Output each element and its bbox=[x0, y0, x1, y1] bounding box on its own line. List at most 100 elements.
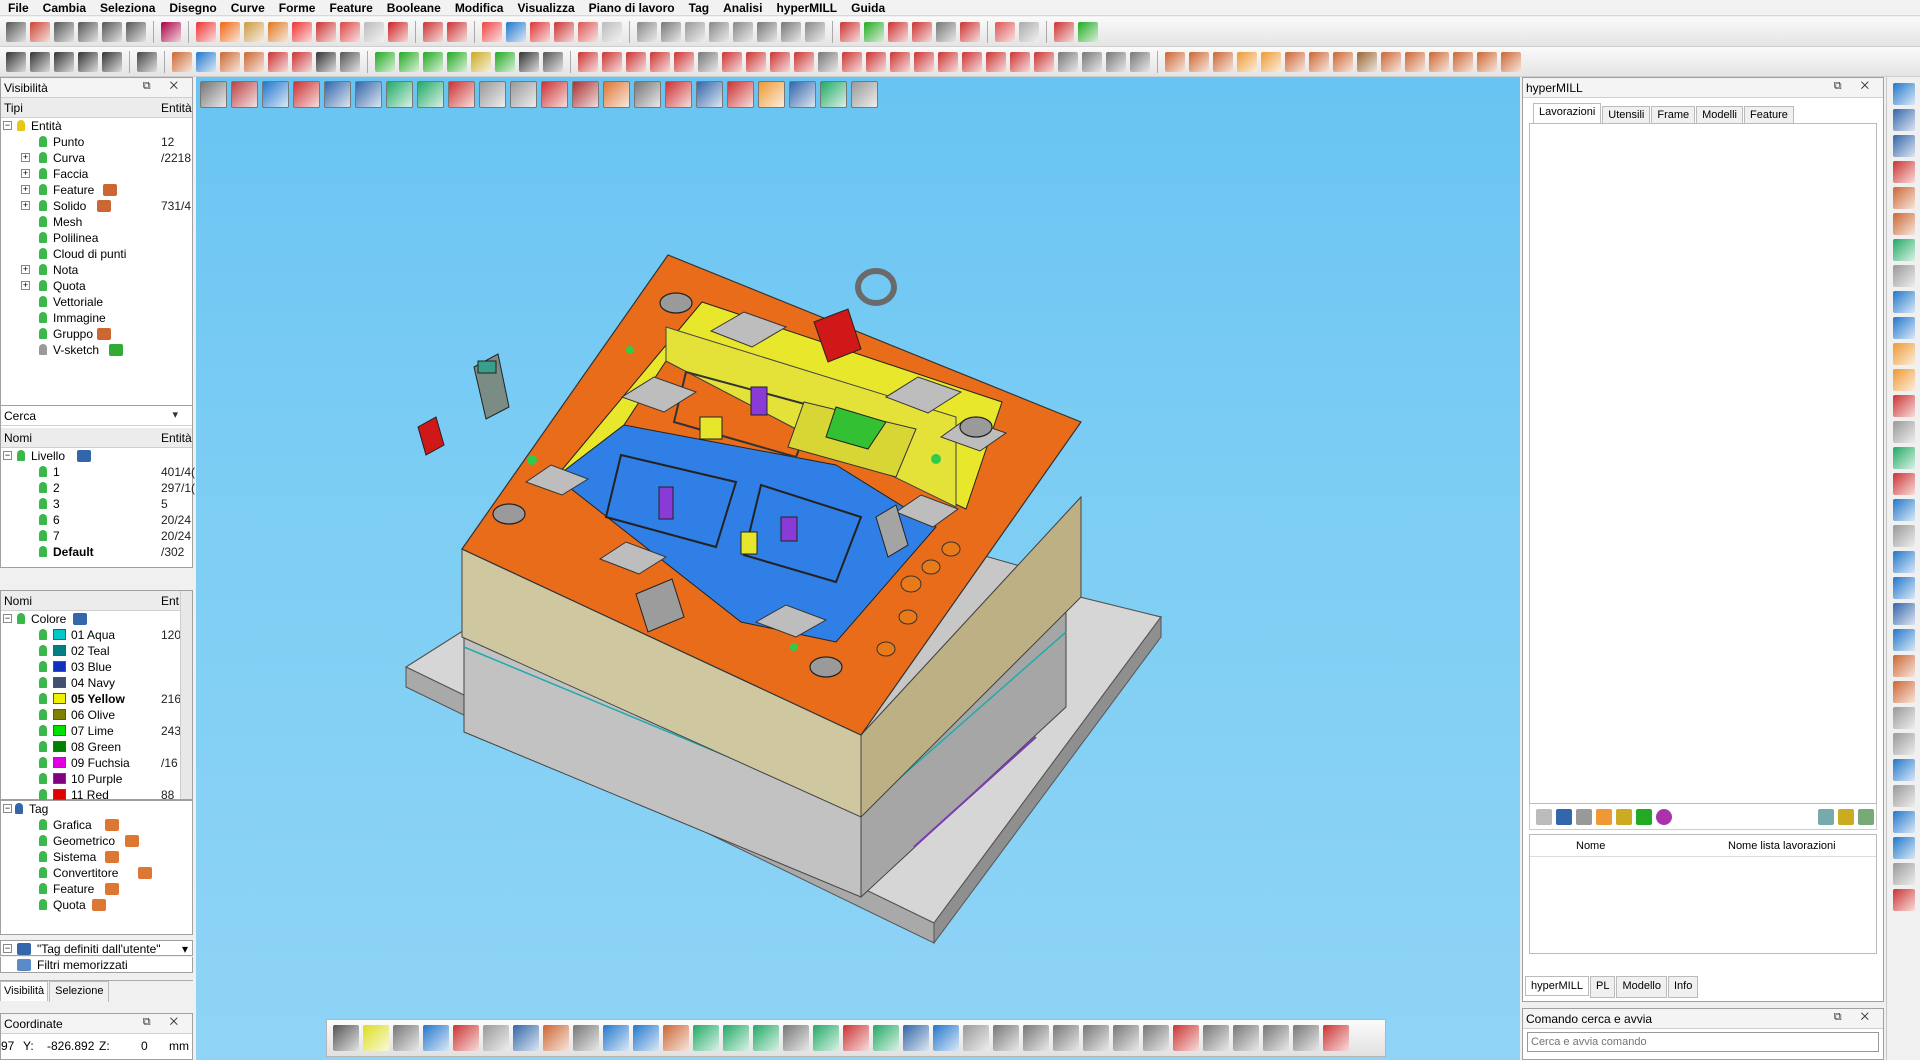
col-count[interactable]: Entità bbox=[161, 101, 192, 115]
view-tool-icon-11[interactable] bbox=[541, 80, 568, 108]
expand-icon[interactable]: − bbox=[3, 451, 12, 460]
col-name[interactable]: Nome bbox=[1576, 840, 1605, 852]
row2-tool-icon-46[interactable] bbox=[1058, 51, 1078, 72]
row2-tool-icon-40[interactable] bbox=[914, 51, 934, 72]
panel-pin-close-icon[interactable]: ⧉ ✕ bbox=[1834, 80, 1877, 93]
visibility-pin-icon[interactable] bbox=[39, 725, 47, 736]
strip-tool-icon-9[interactable] bbox=[1892, 317, 1915, 339]
visibility-pin-icon[interactable] bbox=[39, 546, 47, 557]
color-item-06-olive[interactable]: 06 Olive bbox=[1, 707, 192, 723]
visibility-pin-icon[interactable] bbox=[39, 514, 47, 525]
strip-tool-icon-20[interactable] bbox=[1892, 603, 1915, 625]
row2-tool-icon-53[interactable] bbox=[1213, 51, 1233, 72]
row2-tool-icon-13[interactable] bbox=[292, 51, 312, 72]
row1-tool-icon-5[interactable] bbox=[126, 21, 146, 42]
bottom-tool-icon-18[interactable] bbox=[873, 1025, 899, 1051]
view-tool-icon-1[interactable] bbox=[231, 80, 258, 108]
tree-item-vettoriale[interactable]: Vettoriale bbox=[1, 294, 192, 310]
visibility-pin-icon[interactable] bbox=[39, 344, 47, 355]
user-tags-dropdown[interactable]: − "Tag definiti dall'utente" ▾ bbox=[0, 940, 193, 956]
level-item-3[interactable]: 35 bbox=[1, 496, 192, 512]
row1-tool-icon-45[interactable] bbox=[995, 21, 1015, 42]
tag-item-geometrico[interactable]: Geometrico bbox=[1, 833, 192, 849]
visibility-pin-icon[interactable] bbox=[39, 216, 47, 227]
row1-tool-icon-34[interactable] bbox=[757, 21, 777, 42]
bottom-tab-hypermill[interactable]: hyperMILL bbox=[1525, 976, 1589, 996]
visibility-pin-icon[interactable] bbox=[39, 677, 47, 688]
visibility-pin-icon[interactable] bbox=[39, 530, 47, 541]
row1-tool-icon-36[interactable] bbox=[805, 21, 825, 42]
strip-tool-icon-3[interactable] bbox=[1892, 161, 1915, 183]
bottom-tool-icon-17[interactable] bbox=[843, 1025, 869, 1051]
strip-tool-icon-13[interactable] bbox=[1892, 421, 1915, 443]
strip-tool-icon-30[interactable] bbox=[1892, 863, 1915, 885]
row1-tool-icon-26[interactable] bbox=[578, 21, 598, 42]
tag-item-grafica[interactable]: Grafica bbox=[1, 817, 192, 833]
bottom-tool-icon-10[interactable] bbox=[633, 1025, 659, 1051]
tab-utensili[interactable]: Utensili bbox=[1602, 106, 1651, 123]
view-tool-icon-3[interactable] bbox=[293, 80, 320, 108]
mold-model[interactable] bbox=[196, 77, 1520, 1060]
bottom-tool-icon-15[interactable] bbox=[783, 1025, 809, 1051]
strip-tool-icon-4[interactable] bbox=[1892, 187, 1915, 209]
row1-tool-icon-49[interactable] bbox=[1078, 21, 1098, 42]
tree-item-faccia[interactable]: + Faccia bbox=[1, 166, 192, 182]
strip-tool-icon-0[interactable] bbox=[1892, 83, 1915, 105]
tab-lavorazioni[interactable]: Lavorazioni bbox=[1533, 103, 1602, 123]
visibility-pin-icon[interactable] bbox=[39, 466, 47, 477]
visibility-pin-icon[interactable] bbox=[39, 899, 47, 910]
row1-tool-icon-48[interactable] bbox=[1054, 21, 1074, 42]
visibility-pin-icon[interactable] bbox=[39, 757, 47, 768]
row2-tool-icon-35[interactable] bbox=[794, 51, 814, 72]
collapse-icon[interactable]: − bbox=[3, 944, 12, 953]
command-search-input[interactable] bbox=[1527, 1032, 1879, 1052]
level-item-6[interactable]: 6 20/24 bbox=[1, 512, 192, 528]
visibility-pin-icon[interactable] bbox=[39, 168, 47, 179]
bottom-tool-icon-0[interactable] bbox=[333, 1025, 359, 1051]
strip-tool-icon-2[interactable] bbox=[1892, 135, 1915, 157]
col-list-name[interactable]: Nome lista lavorazioni bbox=[1728, 840, 1836, 852]
row1-tool-icon-1[interactable] bbox=[30, 21, 50, 42]
menu-item-seleziona[interactable]: Seleziona bbox=[96, 1, 165, 15]
visibility-pin-icon[interactable] bbox=[17, 120, 25, 131]
strip-tool-icon-10[interactable] bbox=[1892, 343, 1915, 365]
row2-tool-icon-32[interactable] bbox=[722, 51, 742, 72]
row2-tool-icon-45[interactable] bbox=[1034, 51, 1054, 72]
strip-tool-icon-29[interactable] bbox=[1892, 837, 1915, 859]
visibility-pin-icon[interactable] bbox=[39, 264, 47, 275]
row1-tool-icon-15[interactable] bbox=[340, 21, 360, 42]
row2-tool-icon-31[interactable] bbox=[698, 51, 718, 72]
view-tool-icon-13[interactable] bbox=[603, 80, 630, 108]
visibility-pin-icon[interactable] bbox=[39, 835, 47, 846]
bottom-tool-icon-16[interactable] bbox=[813, 1025, 839, 1051]
simulation-icon[interactable] bbox=[1656, 808, 1672, 825]
row2-tool-icon-1[interactable] bbox=[30, 51, 50, 72]
visibility-pin-icon[interactable] bbox=[39, 851, 47, 862]
expand-icon[interactable]: + bbox=[21, 201, 30, 210]
color-item-04-navy[interactable]: 04 Navy bbox=[1, 675, 192, 691]
row1-tool-icon-24[interactable] bbox=[530, 21, 550, 42]
tab-modelli[interactable]: Modelli bbox=[1696, 106, 1743, 123]
bottom-tool-icon-1[interactable] bbox=[363, 1025, 389, 1051]
saved-filters[interactable]: Filtri memorizzati bbox=[0, 957, 193, 973]
new-job-icon[interactable] bbox=[1536, 808, 1552, 825]
tree-item-nota[interactable]: + Nota bbox=[1, 262, 192, 278]
visibility-pin-icon[interactable] bbox=[39, 136, 47, 147]
tree-item-mesh[interactable]: Mesh bbox=[1, 214, 192, 230]
bottom-tool-icon-33[interactable] bbox=[1323, 1025, 1349, 1051]
color-item-02-teal[interactable]: 02 Teal bbox=[1, 643, 192, 659]
row2-tool-icon-38[interactable] bbox=[866, 51, 886, 72]
row1-tool-icon-39[interactable] bbox=[864, 21, 884, 42]
row2-tool-icon-11[interactable] bbox=[244, 51, 264, 72]
view-tool-icon-17[interactable] bbox=[727, 80, 754, 108]
row2-tool-icon-41[interactable] bbox=[938, 51, 958, 72]
row2-tool-icon-62[interactable] bbox=[1429, 51, 1449, 72]
view-tool-icon-9[interactable] bbox=[479, 80, 506, 108]
strip-tool-icon-1[interactable] bbox=[1892, 109, 1915, 131]
row2-tool-icon-44[interactable] bbox=[1010, 51, 1030, 72]
row2-tool-icon-60[interactable] bbox=[1381, 51, 1401, 72]
row1-tool-icon-38[interactable] bbox=[840, 21, 860, 42]
tab-visibility[interactable]: Visibilità bbox=[0, 981, 49, 1001]
tag-item-feature[interactable]: Feature bbox=[1, 881, 192, 897]
row1-tool-icon-16[interactable] bbox=[364, 21, 384, 42]
